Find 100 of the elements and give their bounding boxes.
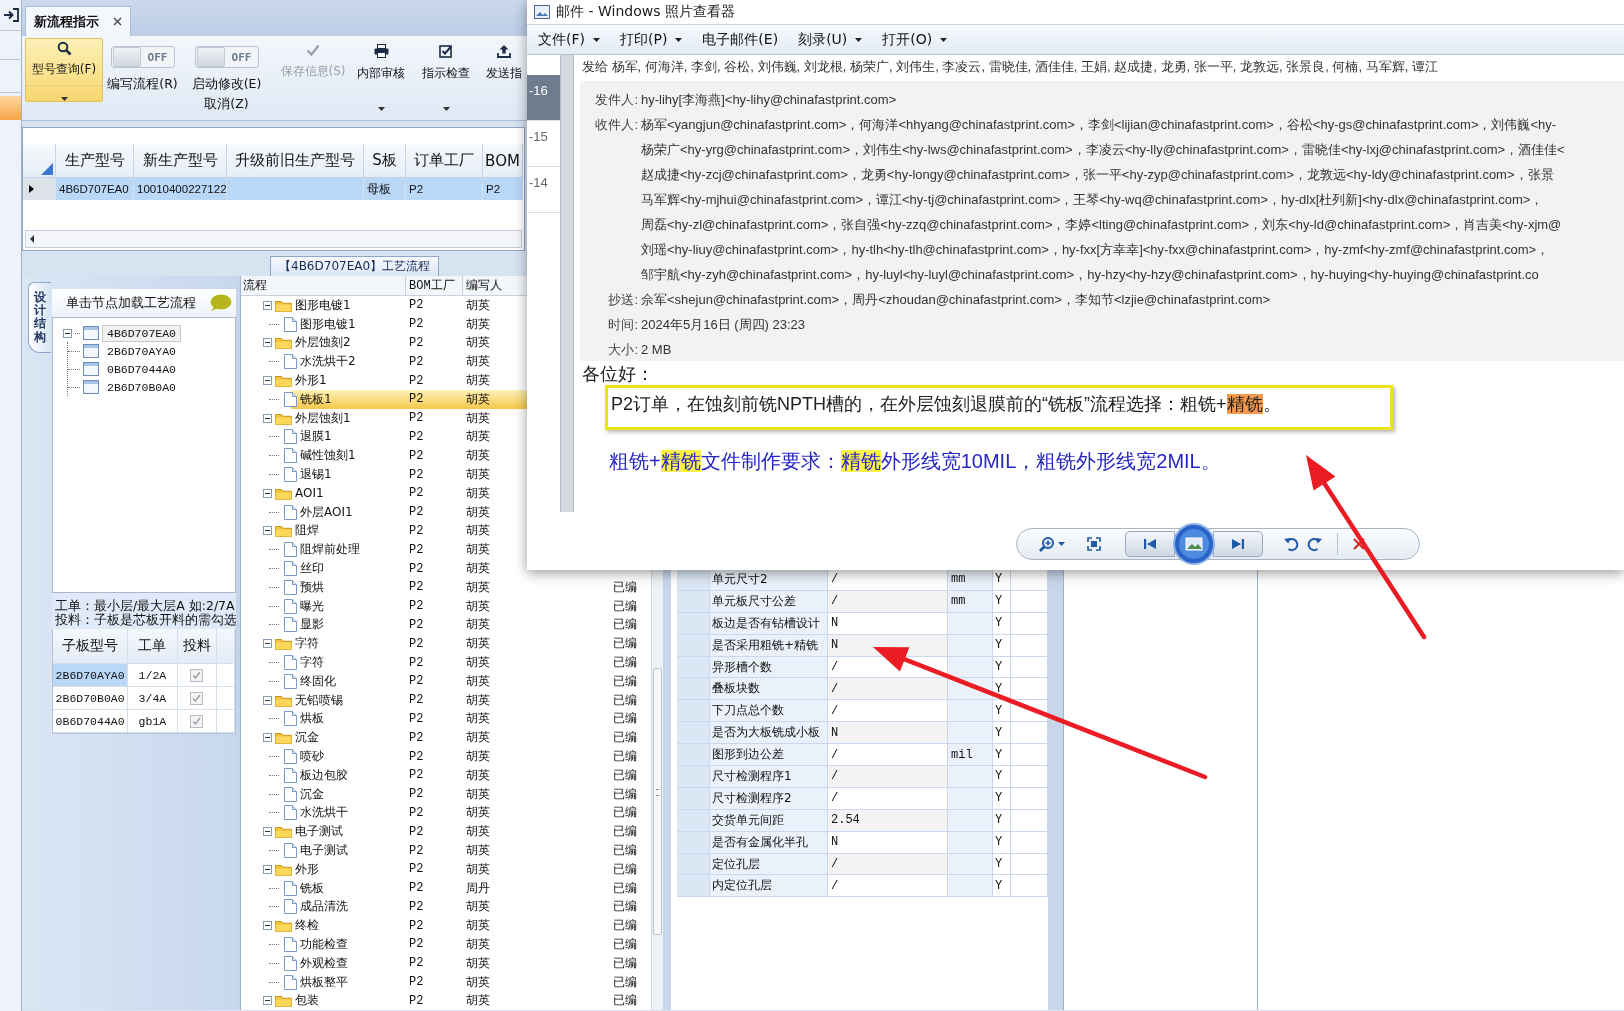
toolbar-button[interactable]: 型号查询(F): [25, 38, 103, 102]
toggle-switch[interactable]: OFF: [110, 46, 175, 68]
tree-node[interactable]: 2B6D70B0A0: [102, 378, 181, 396]
tree-row[interactable]: 板边包胶 P2 胡英: [241, 765, 528, 785]
tree-row[interactable]: 外层蚀刻1 P2 胡英: [241, 408, 528, 428]
tree-node-label: 碱性蚀刻1: [300, 447, 356, 465]
menu-item[interactable]: 电子邮件(E): [699, 28, 782, 51]
tree-row[interactable]: 包装 P2 胡英: [241, 991, 528, 1011]
checkbox[interactable]: [190, 668, 204, 682]
scroll-thumb[interactable]: [653, 668, 662, 935]
close-icon[interactable]: [113, 17, 122, 26]
collapse-icon[interactable]: [63, 328, 72, 338]
tree-row[interactable]: 外层蚀刻2 P2 胡英: [241, 333, 528, 353]
tree-row[interactable]: 烘板 P2 胡英: [241, 709, 528, 729]
tree-row[interactable]: 水洗烘干2 P2 胡英: [241, 352, 528, 372]
mail-list-item[interactable]: -16: [527, 75, 560, 121]
tree-row[interactable]: 曝光 P2 胡英: [241, 596, 528, 616]
collapse-icon[interactable]: [263, 526, 272, 536]
tree-row[interactable]: 无铅喷锡 P2 胡英: [241, 690, 528, 710]
sign-in-icon[interactable]: [2, 8, 19, 22]
tree-row[interactable]: 终检 P2 胡英: [241, 916, 528, 936]
checkbox[interactable]: [190, 691, 204, 705]
menu-item[interactable]: 文件(F): [535, 28, 603, 51]
collapse-icon[interactable]: [263, 827, 272, 837]
previous-button[interactable]: [1125, 531, 1175, 557]
scroll-bar[interactable]: [560, 55, 574, 512]
table-cell: P2: [409, 843, 424, 858]
previous-icon[interactable]: [1143, 538, 1157, 550]
checkbox[interactable]: [190, 714, 204, 728]
collapse-icon[interactable]: [263, 864, 272, 874]
grid-row[interactable]: 4B6D707EA0 10010400227122 母板 P2 P2: [23, 178, 524, 200]
tree-node[interactable]: 4B6D707EA0: [102, 324, 181, 342]
table-cell: P2: [409, 354, 424, 369]
toolbar-button[interactable]: 指示检查: [416, 38, 476, 116]
table-cell: 胡英: [466, 484, 490, 502]
collapse-icon[interactable]: [263, 338, 272, 348]
scroll-bar[interactable]: [651, 569, 663, 1010]
menu-item[interactable]: 打印(P): [617, 28, 686, 51]
zoom-icon[interactable]: [1039, 536, 1055, 552]
tree-row[interactable]: 烘板整平 P2 胡英: [241, 972, 528, 992]
tree-row[interactable]: 碱性蚀刻1 P2 胡英: [241, 446, 528, 466]
tree-row[interactable]: 退膜1 P2 胡英: [241, 427, 528, 447]
collapse-icon[interactable]: [263, 488, 272, 498]
tree-row[interactable]: 喷砂 P2 胡英: [241, 747, 528, 766]
tree-row[interactable]: 终固化 P2 胡英: [241, 671, 528, 691]
rotate-left-icon[interactable]: [1283, 536, 1299, 552]
slideshow-button[interactable]: [1173, 523, 1215, 565]
delete-icon[interactable]: [1352, 537, 1366, 551]
tree-row[interactable]: 退锡1 P2 胡英: [241, 465, 528, 484]
tree-row[interactable]: 阻焊 P2 胡英: [241, 521, 528, 541]
table-cell: Y: [993, 831, 1011, 853]
table-cell: 已编: [613, 729, 637, 747]
toggle-switch[interactable]: OFF: [194, 46, 259, 68]
tree-row[interactable]: 功能检查 P2 胡英: [241, 935, 528, 954]
tree-node[interactable]: 2B6D70AYA0: [102, 342, 181, 360]
tree-row[interactable]: 外形1 P2 胡英: [241, 371, 528, 390]
tree-row[interactable]: 电子测试 P2 胡英: [241, 822, 528, 842]
table-cell: 2.54: [828, 809, 948, 831]
menu-item[interactable]: 打开(O): [879, 28, 951, 51]
document-tab[interactable]: 新流程指示: [25, 6, 131, 36]
tree-row[interactable]: 成品清洗 P2 胡英: [241, 897, 528, 917]
collapse-icon[interactable]: [263, 733, 272, 743]
collapse-icon[interactable]: [263, 413, 272, 423]
tree-row[interactable]: 水洗烘干 P2 胡英: [241, 803, 528, 823]
collapse-icon[interactable]: [263, 996, 272, 1006]
collapse-icon[interactable]: [263, 695, 272, 705]
collapse-icon[interactable]: [263, 921, 272, 931]
tree-row[interactable]: 图形电镀1 P2 胡英: [241, 296, 528, 315]
scroll-bar[interactable]: [25, 230, 522, 248]
table-cell: 胡英: [466, 973, 490, 991]
table-cell: Y: [993, 744, 1011, 765]
tree-row[interactable]: 沉金 P2 胡英: [241, 784, 528, 804]
tree-row[interactable]: 电子测试 P2 胡英: [241, 841, 528, 860]
tree-node[interactable]: 0B6D7044A0: [102, 360, 181, 378]
tree-row[interactable]: 外观检查 P2 胡英: [241, 953, 528, 973]
next-button[interactable]: [1213, 531, 1263, 557]
tree-row[interactable]: 阻焊前处理 P2 胡英: [241, 540, 528, 560]
tree-row[interactable]: 丝印 P2 胡英: [241, 559, 528, 578]
collapse-icon[interactable]: [263, 639, 272, 649]
tree-row[interactable]: 沉金 P2 胡英: [241, 728, 528, 748]
toolbar-button[interactable]: 内部审核: [352, 38, 410, 116]
collapse-icon[interactable]: [263, 300, 272, 310]
toolbar-button[interactable]: 发送指: [480, 38, 527, 87]
tree-row[interactable]: 显影 P2 胡英: [241, 615, 528, 635]
rotate-right-icon[interactable]: [1307, 536, 1323, 552]
menu-item[interactable]: 刻录(U): [795, 28, 866, 51]
tree-row[interactable]: AOI1 P2 胡英: [241, 483, 528, 503]
tree-row[interactable]: 外层AOI1 P2 胡英: [241, 502, 528, 522]
table-cell: 胡英: [466, 560, 490, 578]
next-icon[interactable]: [1231, 538, 1245, 550]
tree-row[interactable]: 图形电镀1 P2 胡英: [241, 314, 528, 334]
tree-row[interactable]: 外形 P2 胡英: [241, 859, 528, 879]
tree-row[interactable]: 字符 P2 胡英: [241, 653, 528, 672]
tree-row[interactable]: 预烘 P2 胡英: [241, 577, 528, 597]
side-tab[interactable]: 设计结构: [28, 282, 51, 353]
tree-row[interactable]: 铣板 P2 周丹: [241, 878, 528, 898]
table-cell: 2B6D70AYA0: [53, 664, 129, 686]
tree-row[interactable]: 字符 P2 胡英: [241, 634, 528, 654]
fit-to-window-icon[interactable]: [1087, 537, 1101, 551]
collapse-icon[interactable]: [263, 376, 272, 386]
